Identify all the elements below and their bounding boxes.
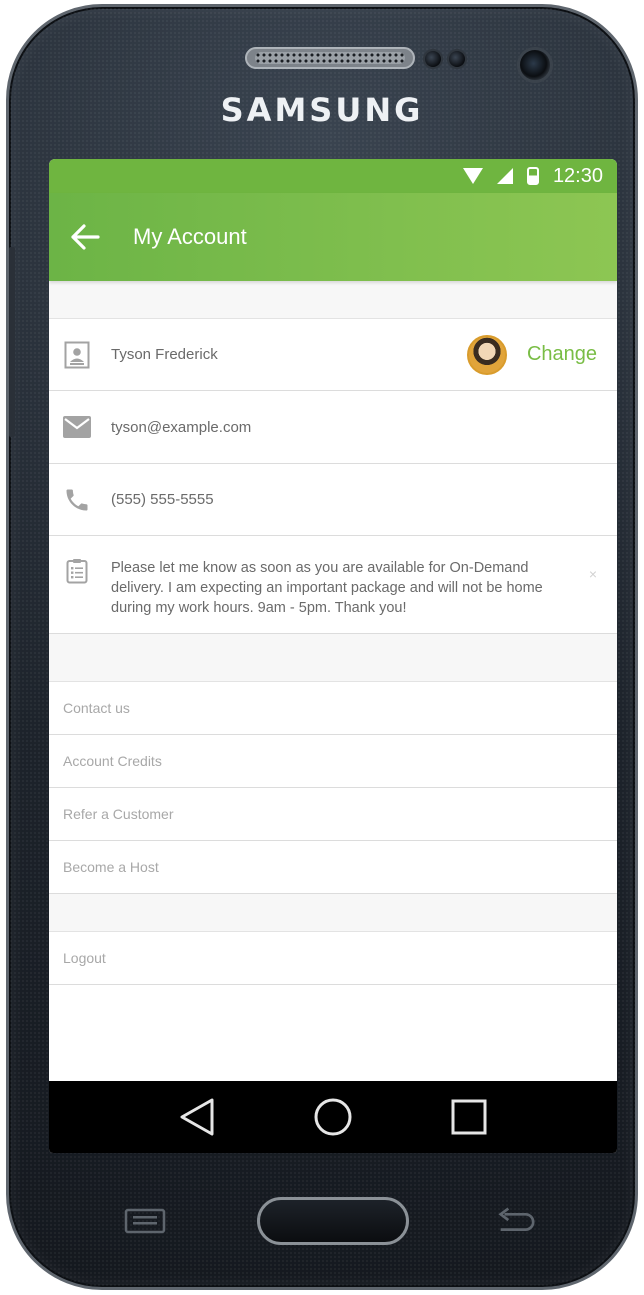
menu-item-account-credits[interactable]: Account Credits [49,735,617,788]
profile-phone: (555) 555-5555 [111,491,214,508]
change-avatar-link[interactable]: Change [527,343,597,366]
light-sensor-icon [447,49,467,69]
menu-item-contact-us[interactable]: Contact us [49,682,617,735]
nav-recents-button[interactable] [449,1097,489,1137]
section-spacer [49,281,617,319]
phone-icon [63,486,91,514]
earpiece-icon [245,47,415,69]
close-icon[interactable]: × [589,566,597,582]
menu-key[interactable] [123,1207,167,1235]
nav-home-button[interactable] [313,1097,353,1137]
profile-email-row[interactable]: tyson@example.com [49,391,617,464]
earpiece-grille [255,52,405,64]
logout-button[interactable]: Logout [49,932,617,985]
section-spacer [49,634,617,682]
screen: 12:30 My Account Tyson Frederick Change … [49,159,617,1153]
home-key[interactable] [257,1197,409,1245]
volume-button[interactable] [9,247,15,437]
profile-note-row[interactable]: Please let me know as soon as you are av… [49,536,617,634]
section-spacer [49,894,617,932]
profile-name-row: Tyson Frederick Change [49,319,617,391]
signal-icon [496,168,513,184]
profile-note: Please let me know as soon as you are av… [111,560,543,616]
profile-email: tyson@example.com [111,418,252,436]
arrow-left-icon [71,224,100,250]
triangle-back-icon [180,1098,214,1136]
phone-frame: SAMSUNG 12:30 My Account Tyson Frederick… [6,4,638,1290]
nav-back-button[interactable] [177,1097,217,1137]
app-bar: My Account [49,193,617,281]
clipboard-list-icon [63,558,91,584]
front-camera-icon [517,47,553,83]
profile-phone-row[interactable]: (555) 555-5555 [49,464,617,536]
proximity-sensor-icon [423,49,443,69]
status-bar: 12:30 [49,159,617,193]
battery-icon [526,167,539,185]
menu-item-refer-a-customer[interactable]: Refer a Customer [49,788,617,841]
contact-card-icon [63,341,91,369]
avatar[interactable] [466,334,507,375]
brand-logo: SAMSUNG [220,91,424,129]
android-nav-bar [49,1081,617,1153]
profile-name: Tyson Frederick [111,346,218,363]
wifi-icon [462,168,483,184]
back-key-icon [498,1207,535,1231]
back-button[interactable] [49,193,121,281]
email-icon [63,416,91,438]
circle-home-icon [314,1098,352,1136]
menu-item-become-a-host[interactable]: Become a Host [49,841,617,894]
square-recents-icon [451,1099,487,1135]
back-key[interactable] [493,1207,537,1235]
menu-key-icon [124,1208,166,1234]
status-time: 12:30 [552,164,603,187]
page-title: My Account [133,224,247,249]
